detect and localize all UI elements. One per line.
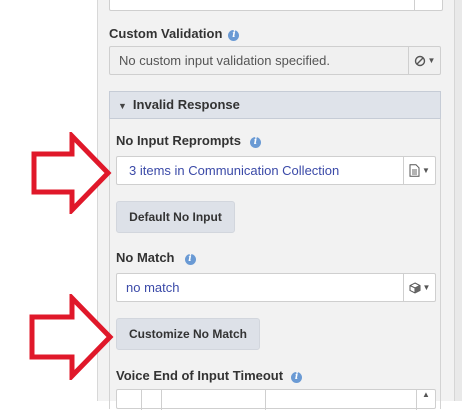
no-match-label-text: No Match (116, 250, 175, 265)
voice-timeout-divider (161, 390, 162, 410)
cube-icon (409, 281, 421, 294)
red-arrow-annotation (31, 132, 112, 214)
custom-validation-menu-button[interactable]: ▼ (408, 47, 440, 74)
no-match-field[interactable]: no match ▼ (116, 273, 436, 302)
invalid-response-title: Invalid Response (132, 97, 240, 112)
voice-timeout-field[interactable]: ▲ (116, 389, 436, 410)
voice-timeout-divider (265, 390, 266, 410)
previous-field[interactable] (109, 0, 443, 11)
custom-validation-field[interactable]: No custom input validation specified. ▼ (109, 46, 441, 75)
custom-validation-label-text: Custom Validation (109, 26, 223, 41)
info-icon[interactable]: i (291, 372, 303, 383)
no-input-reprompts-menu-button[interactable]: ▼ (403, 157, 435, 184)
invalid-response-header[interactable]: ▼ Invalid Response (109, 91, 441, 119)
info-icon[interactable]: i (228, 30, 240, 41)
no-entry-icon (414, 55, 425, 66)
no-match-label: No Match i (116, 250, 196, 265)
voice-timeout-label-text: Voice End of Input Timeout (116, 368, 284, 383)
voice-timeout-divider (141, 390, 142, 410)
chevron-down-icon: ▼ (422, 166, 430, 175)
no-input-reprompts-field[interactable]: 3 items in Communication Collection ▼ (116, 156, 436, 185)
no-input-reprompts-label-text: No Input Reprompts (116, 133, 241, 148)
default-no-input-button[interactable]: Default No Input (116, 201, 235, 233)
previous-field-separator (414, 0, 415, 10)
info-icon[interactable]: i (249, 137, 261, 148)
voice-timeout-label: Voice End of Input Timeout i (116, 368, 303, 383)
no-input-reprompts-value[interactable]: 3 items in Communication Collection (129, 157, 339, 185)
info-icon[interactable]: i (184, 254, 196, 265)
chevron-down-icon: ▼ (427, 56, 436, 65)
customize-no-match-button[interactable]: Customize No Match (116, 318, 260, 350)
document-icon (409, 164, 420, 177)
red-arrow-annotation (29, 294, 114, 380)
properties-panel: Custom Validation i No custom input valid… (98, 0, 454, 410)
chevron-down-icon: ▼ (422, 283, 431, 292)
custom-validation-label: Custom Validation i (109, 26, 240, 41)
no-match-menu-button[interactable]: ▼ (403, 274, 435, 301)
custom-validation-value: No custom input validation specified. (119, 53, 331, 68)
collapse-triangle-icon: ▼ (118, 101, 127, 111)
no-input-reprompts-label: No Input Reprompts i (116, 133, 261, 148)
spinner-up-icon[interactable]: ▲ (416, 390, 435, 410)
panel-scrollbar[interactable] (454, 0, 462, 401)
no-match-value[interactable]: no match (126, 274, 179, 302)
